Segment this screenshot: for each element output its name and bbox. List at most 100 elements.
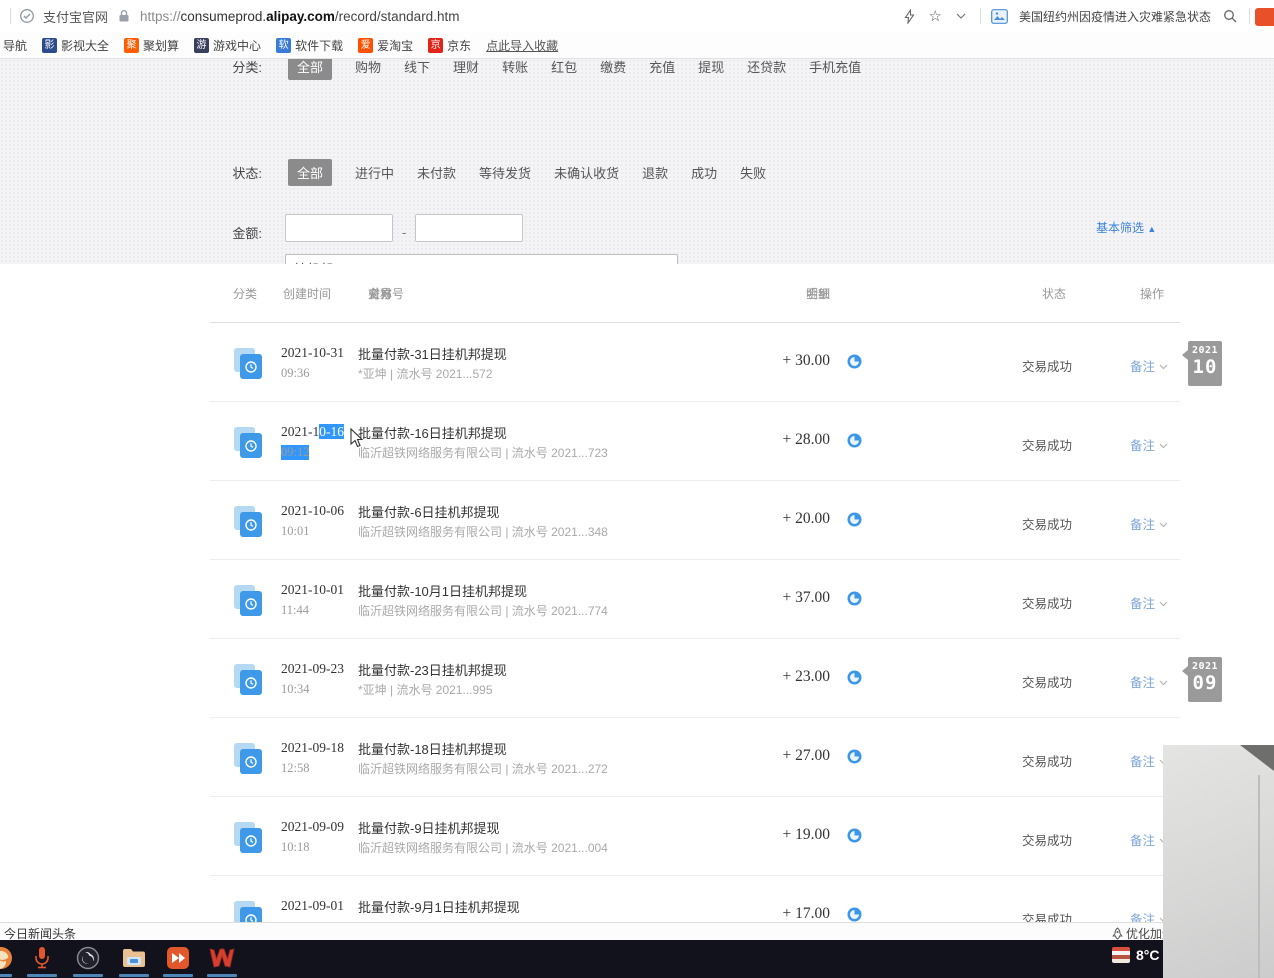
category-option[interactable]: 理财	[453, 59, 479, 76]
status-option[interactable]: 进行中	[355, 163, 394, 182]
detail-icon[interactable]	[847, 512, 862, 527]
category-option[interactable]: 红包	[551, 59, 577, 76]
remark-link[interactable]: 备注	[1130, 593, 1168, 612]
category-option[interactable]: 手机充值	[809, 59, 861, 76]
batch-payment-icon	[234, 585, 266, 617]
browser-extension-icon[interactable]	[1255, 8, 1274, 26]
status-option[interactable]: 成功	[691, 163, 717, 182]
remark-link[interactable]: 备注	[1130, 435, 1168, 454]
news-image-icon[interactable]	[991, 7, 1009, 25]
batch-payment-icon	[234, 901, 266, 922]
header-status: 状态	[1042, 287, 1067, 301]
category-option[interactable]: 线下	[404, 59, 430, 76]
created-clock: 10:01	[281, 524, 310, 538]
bookmark-label: 京东	[447, 38, 472, 53]
search-icon[interactable]	[1221, 7, 1239, 25]
basic-filter-collapse-link[interactable]: 基本筛选 ▲	[1096, 219, 1156, 236]
taskbar-microphone-icon[interactable]	[29, 945, 55, 971]
detail-icon[interactable]	[847, 828, 862, 843]
remark-label: 备注	[1130, 676, 1156, 690]
amount-label: 金额:	[232, 226, 262, 241]
created-date: 2021-10-01	[281, 582, 344, 597]
detail-icon[interactable]	[847, 749, 862, 764]
detail-icon[interactable]	[847, 354, 862, 369]
category-option[interactable]: 充值	[649, 59, 675, 76]
status-option[interactable]: 失败	[740, 163, 766, 182]
amount-min-input[interactable]	[285, 214, 393, 242]
taskbar-edge-browser-icon[interactable]	[0, 945, 14, 971]
status-option[interactable]: 未付款	[417, 163, 456, 182]
bookmark-favicon-icon: 聚	[124, 37, 140, 53]
counterparty-and-txn: 临沂超铁网络服务有限公司 | 流水号 2021...723	[358, 446, 608, 460]
site-verified-icon	[18, 7, 36, 25]
bookmark-label: 游戏中心	[213, 38, 262, 53]
counterparty-and-txn: 临沂超铁网络服务有限公司 | 流水号 2021...004	[358, 841, 608, 855]
transaction-title[interactable]: 批量付款-10月1日挂机邦提现	[358, 581, 527, 600]
month-badge: 2021 09	[1182, 657, 1222, 702]
category-option[interactable]: 购物	[355, 59, 381, 76]
status-option[interactable]: 退款	[642, 163, 668, 182]
taskbar-file-explorer-icon[interactable]	[121, 945, 147, 971]
webcam-overlay	[1163, 745, 1274, 978]
transaction-row: 2021-09-18 12:58 批量付款-18日挂机邦提现 临沂超铁网络服务有限公司…	[0, 718, 1274, 797]
site-badge[interactable]: 支付宝官网	[43, 7, 108, 26]
url-host: consumeprod.	[180, 8, 267, 24]
transaction-title[interactable]: 批量付款-9日挂机邦提现	[358, 818, 500, 837]
bookmark-favicon-icon: 影	[42, 37, 58, 53]
news-ticker[interactable]: 美国纽约州因疫情进入灾难紧急状态	[1019, 8, 1211, 25]
transaction-title[interactable]: 批量付款-16日挂机邦提现	[358, 423, 507, 442]
transaction-row: 2021-09-09 10:18 批量付款-9日挂机邦提现 临沂超铁网络服务有限公司 …	[0, 797, 1274, 876]
transaction-row: 2021-10-06 10:01 批量付款-6日挂机邦提现 临沂超铁网络服务有限公司 …	[0, 481, 1274, 560]
keyword-input[interactable]	[285, 254, 678, 264]
taskbar-obs-studio-icon[interactable]	[75, 945, 101, 971]
mouse-cursor	[350, 428, 364, 448]
address-bar[interactable]: https://consumeprod.alipay.com/record/st…	[140, 9, 459, 24]
flash-speed-icon[interactable]	[901, 7, 919, 25]
detail-icon[interactable]	[847, 670, 862, 685]
transaction-title[interactable]: 批量付款-23日挂机邦提现	[358, 660, 507, 679]
chevron-down-icon[interactable]	[952, 7, 970, 25]
bookmark-item[interactable]: 导航	[0, 37, 27, 54]
status-option[interactable]: 未确认收货	[554, 163, 619, 182]
detail-icon[interactable]	[847, 591, 862, 606]
bookmark-item[interactable]: 点此导入收藏	[486, 37, 558, 54]
favorite-star-icon[interactable]: ☆	[929, 9, 942, 24]
bookmark-item[interactable]: 聚聚划算	[124, 37, 179, 54]
transaction-title[interactable]: 批量付款-9月1日挂机邦提现	[358, 897, 520, 916]
category-option[interactable]: 缴费	[600, 59, 626, 76]
amount-max-input[interactable]	[415, 214, 523, 242]
status-option[interactable]: 全部	[288, 158, 333, 186]
table-header: 分类 创建时间 名称 | 对方 | 交易号 金额 | 明细 状态 操作	[233, 285, 1165, 301]
status-option[interactable]: 等待发货	[479, 163, 531, 182]
taskbar-wps-office-icon[interactable]	[209, 945, 235, 971]
taskbar-video-player-icon[interactable]	[165, 945, 191, 971]
bookmark-item[interactable]: 游游戏中心	[194, 37, 261, 54]
amount-cell: + 37.00	[782, 589, 831, 606]
category-option[interactable]: 转账	[502, 59, 528, 76]
amount-cell: + 19.00	[782, 826, 831, 843]
remark-link[interactable]: 备注	[1130, 672, 1168, 691]
remark-label: 备注	[1130, 360, 1156, 374]
transaction-title[interactable]: 批量付款-18日挂机邦提现	[358, 739, 507, 758]
batch-payment-icon	[234, 348, 266, 380]
transaction-title[interactable]: 批量付款-31日挂机邦提现	[358, 344, 507, 363]
remark-label: 备注	[1130, 439, 1156, 453]
bookmark-item[interactable]: 京京东	[428, 37, 471, 54]
status-cell: 交易成功	[1021, 913, 1072, 922]
bookmarks-bar: 导航影影视大全聚聚划算游游戏中心软软件下载爱爱淘宝京京东 点此导入收藏	[0, 32, 1274, 59]
transaction-title[interactable]: 批量付款-6日挂机邦提现	[358, 502, 500, 521]
detail-icon[interactable]	[847, 433, 862, 448]
category-option[interactable]: 全部	[288, 59, 333, 80]
remark-link[interactable]: 备注	[1130, 356, 1168, 375]
category-option[interactable]: 还贷款	[747, 59, 786, 76]
status-label: 状态:	[232, 165, 262, 181]
category-option[interactable]: 提现	[698, 59, 724, 76]
bookmark-favicon-icon: 游	[194, 37, 210, 53]
bookmark-item[interactable]: 爱爱淘宝	[358, 37, 413, 54]
weather-widget[interactable]: 8°C	[1112, 947, 1160, 963]
badge-month: 09	[1192, 672, 1218, 694]
detail-icon[interactable]	[847, 907, 862, 922]
bookmark-item[interactable]: 影影视大全	[42, 37, 109, 54]
bookmark-item[interactable]: 软软件下载	[276, 37, 343, 54]
remark-link[interactable]: 备注	[1130, 514, 1168, 533]
